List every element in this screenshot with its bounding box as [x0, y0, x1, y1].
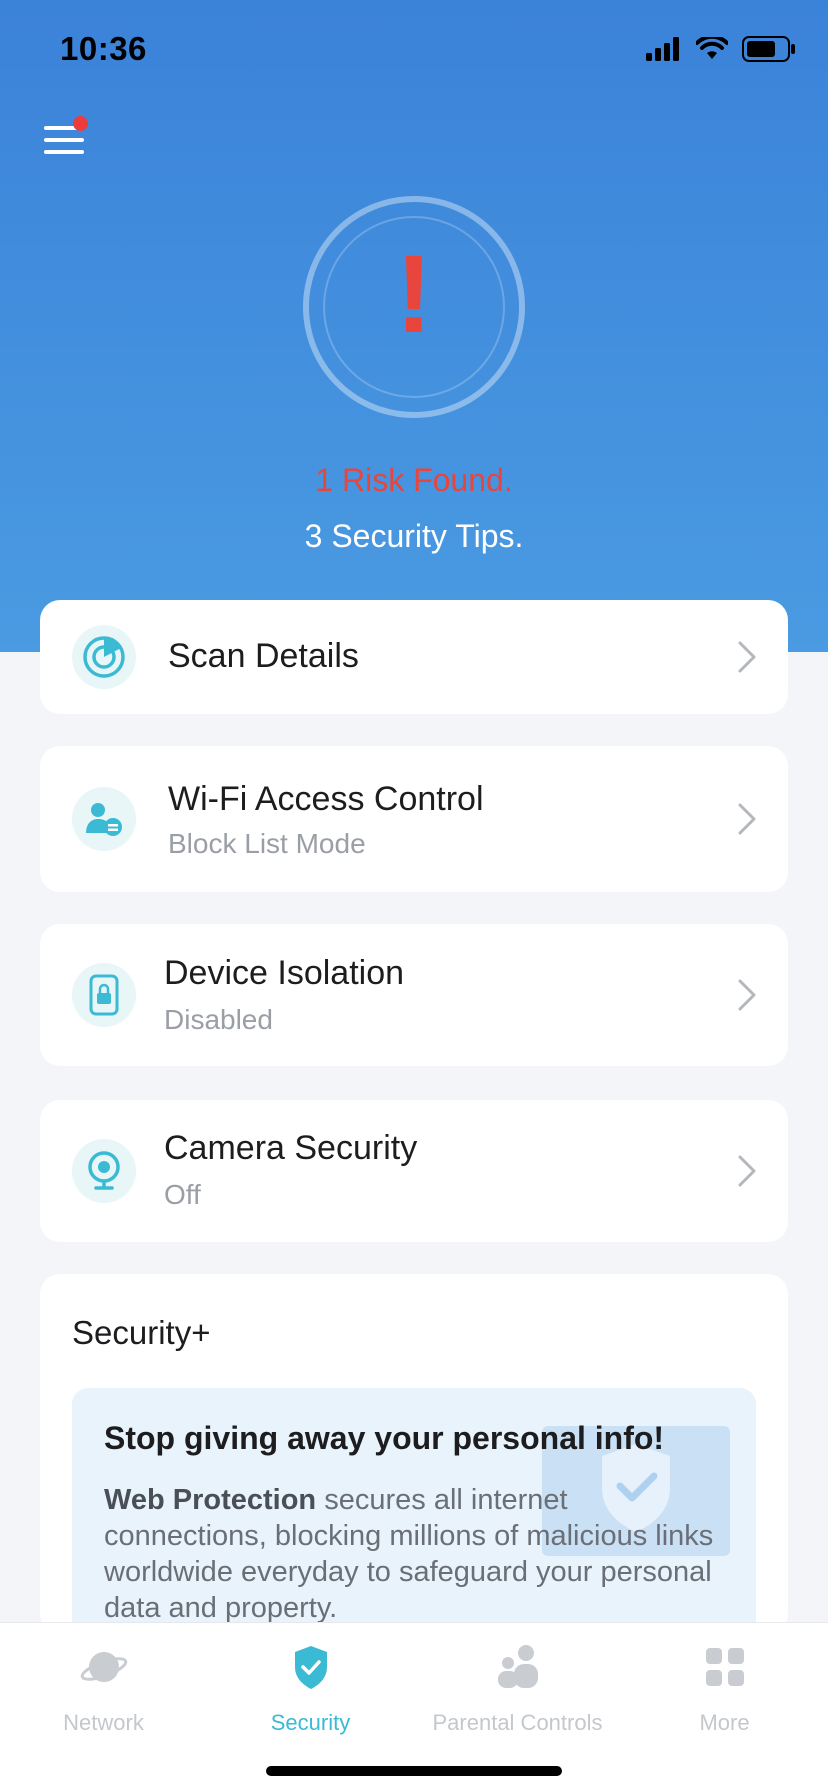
security-plus-card: Security+ Stop giving away your personal…	[40, 1274, 788, 1648]
tab-parental-controls[interactable]: Parental Controls	[414, 1643, 621, 1736]
chevron-right-icon	[738, 803, 756, 835]
grid-icon	[705, 1648, 744, 1686]
wifi-access-control-status: Block List Mode	[168, 828, 366, 859]
device-isolation-status: Disabled	[164, 1004, 273, 1035]
scan-details-card[interactable]: Scan Details	[40, 600, 788, 714]
risk-indicator: !	[303, 196, 525, 418]
device-isolation-title: Device Isolation	[164, 954, 405, 992]
promo-title: Stop giving away your personal info!	[104, 1420, 665, 1456]
camera-security-title: Camera Security	[164, 1129, 418, 1167]
risk-found-text: 1 Risk Found.	[315, 462, 513, 498]
planet-icon	[80, 1652, 127, 1682]
home-indicator[interactable]	[266, 1766, 562, 1776]
cellular-signal-icon	[646, 37, 679, 61]
scan-details-title: Scan Details	[168, 637, 359, 675]
status-time: 10:36	[60, 30, 147, 67]
tab-network[interactable]: Network	[0, 1643, 207, 1736]
wifi-access-control-card[interactable]: Wi-Fi Access Control Block List Mode	[40, 746, 788, 892]
status-bar: 10:36	[0, 0, 828, 100]
promo-highlight: Web Protection	[104, 1484, 317, 1516]
tab-network-label: Network	[63, 1710, 144, 1735]
device-isolation-card[interactable]: Device Isolation Disabled	[40, 924, 788, 1066]
security-plus-title: Security+	[72, 1314, 211, 1351]
chevron-right-icon	[738, 1155, 756, 1187]
status-icons	[646, 36, 796, 62]
battery-icon	[742, 36, 795, 62]
wifi-access-control-title: Wi-Fi Access Control	[168, 780, 484, 818]
chevron-right-icon	[738, 979, 756, 1011]
tab-security-label: Security	[270, 1710, 351, 1735]
wifi-icon	[696, 37, 728, 59]
notification-dot	[73, 116, 88, 131]
user-access-icon	[72, 787, 136, 851]
device-lock-icon	[72, 963, 136, 1027]
chevron-right-icon	[738, 641, 756, 673]
family-icon	[497, 1645, 538, 1688]
camera-security-status: Off	[164, 1179, 201, 1210]
promo-description: Web Protection secures all internet conn…	[104, 1482, 724, 1626]
camera-security-card[interactable]: Camera Security Off	[40, 1100, 788, 1242]
tab-parental-controls-label: Parental Controls	[432, 1710, 603, 1735]
camera-icon	[72, 1139, 136, 1203]
tab-more-label: More	[699, 1710, 750, 1735]
alert-icon: !	[395, 233, 433, 356]
security-tips-text: 3 Security Tips.	[304, 518, 524, 554]
shield-check-icon	[294, 1646, 327, 1689]
web-protection-promo[interactable]: Stop giving away your personal info! Web…	[72, 1388, 756, 1648]
tab-security[interactable]: Security	[207, 1643, 414, 1736]
scan-icon	[72, 625, 136, 689]
menu-button[interactable]	[44, 116, 88, 158]
tab-more[interactable]: More	[621, 1643, 828, 1736]
